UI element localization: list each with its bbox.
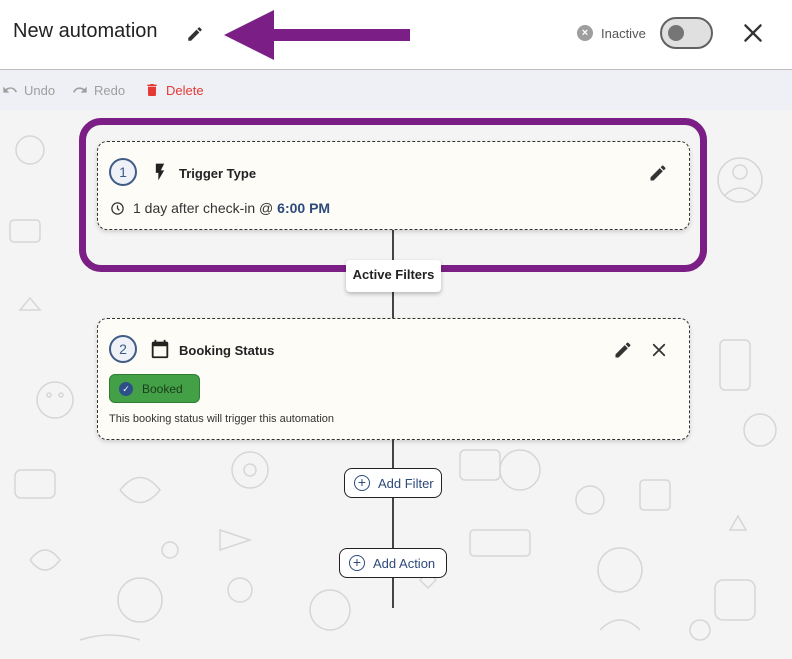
status-chip-booked[interactable]: ✓ Booked bbox=[109, 374, 200, 403]
delete-button[interactable]: Delete bbox=[144, 82, 204, 98]
flow-connector bbox=[392, 292, 394, 318]
booking-status-note: This booking status will trigger this au… bbox=[109, 413, 334, 425]
flow-connector bbox=[392, 498, 394, 550]
add-filter-button[interactable]: + Add Filter bbox=[344, 468, 442, 498]
arrow-left-icon bbox=[224, 10, 410, 60]
undo-button[interactable]: Undo bbox=[2, 82, 55, 98]
plus-circle-icon: + bbox=[349, 555, 365, 571]
add-action-button[interactable]: + Add Action bbox=[339, 548, 447, 578]
step-number: 2 bbox=[109, 335, 137, 363]
status-indicator: × Inactive bbox=[577, 25, 646, 41]
pencil-icon[interactable] bbox=[186, 25, 204, 43]
check-circle-icon: ✓ bbox=[119, 381, 133, 396]
status-label: Inactive bbox=[601, 25, 646, 41]
redo-icon bbox=[73, 86, 87, 93]
active-filters-label[interactable]: Active Filters bbox=[346, 260, 441, 292]
close-icon[interactable] bbox=[740, 20, 766, 46]
undo-label: Undo bbox=[24, 82, 56, 98]
active-toggle[interactable] bbox=[660, 17, 713, 49]
step-title: Booking Status bbox=[179, 343, 275, 358]
automation-title: New automation bbox=[13, 20, 158, 42]
close-icon[interactable] bbox=[650, 341, 668, 359]
calendar-icon bbox=[151, 339, 169, 359]
undo-icon bbox=[3, 86, 17, 93]
add-action-label: Add Action bbox=[373, 555, 436, 571]
chip-label: Booked bbox=[142, 381, 183, 396]
automation-canvas: 1 Trigger Type 1 day after check-in @ 6:… bbox=[0, 110, 792, 659]
delete-label: Delete bbox=[166, 82, 204, 98]
toolbar: Undo Redo Delete bbox=[0, 70, 792, 110]
pencil-icon[interactable] bbox=[613, 340, 633, 360]
redo-label: Redo bbox=[94, 82, 126, 98]
header-bar: New automation × Inactive bbox=[0, 0, 792, 70]
toggle-knob bbox=[668, 25, 684, 41]
flow-connector bbox=[392, 440, 394, 470]
redo-button[interactable]: Redo bbox=[72, 82, 125, 98]
add-filter-label: Add Filter bbox=[378, 475, 434, 491]
plus-circle-icon: + bbox=[354, 475, 370, 491]
flow-connector bbox=[392, 578, 394, 608]
trash-icon bbox=[147, 84, 157, 96]
highlight-annotation bbox=[79, 118, 707, 272]
cancel-circle-icon: × bbox=[577, 25, 593, 41]
